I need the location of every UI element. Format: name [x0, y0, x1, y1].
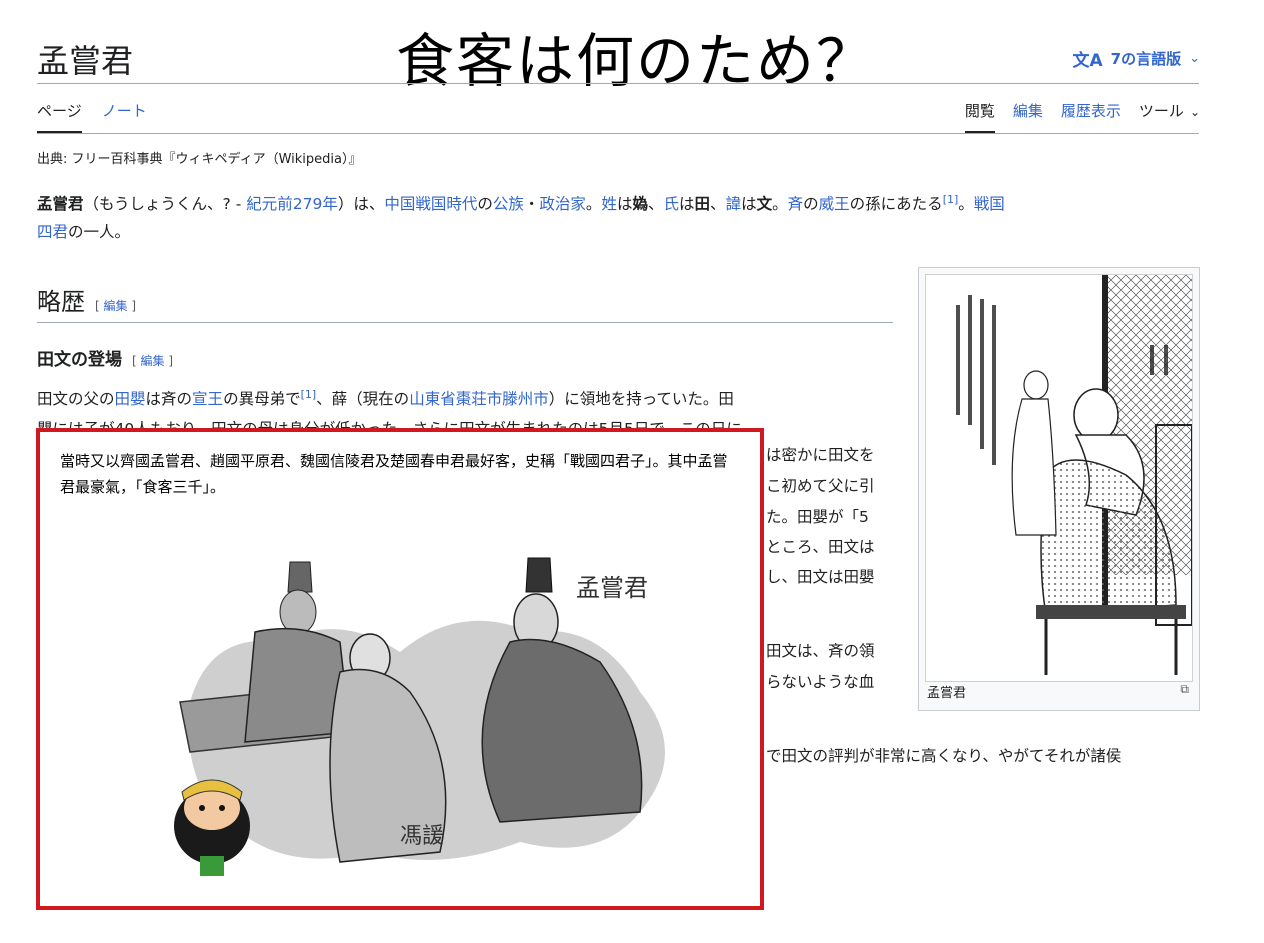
tabs-divider	[37, 133, 1199, 134]
link-clan[interactable]: 公族	[493, 195, 524, 213]
translate-icon: 文A	[1072, 51, 1103, 71]
link-xuan-wang[interactable]: 宣王	[192, 390, 223, 408]
highlight-overlay: 當時又以齊國孟嘗君、趙國平原君、魏國信陵君及楚國春申君最好客，史稱「戰國四君子」…	[36, 428, 764, 910]
lead-text: の	[803, 195, 819, 213]
lead-text: の一人。	[68, 223, 131, 241]
lead-bold: 媯	[632, 195, 648, 213]
tab-read[interactable]: 閲覧	[964, 100, 995, 133]
infobox: 孟嘗君 ⧉	[918, 267, 1200, 711]
link-imina[interactable]: 諱	[726, 195, 742, 213]
edit-label: 編集	[103, 299, 128, 313]
lead-text: 。	[772, 195, 788, 213]
link-politician[interactable]: 政治家	[539, 195, 586, 213]
link-era[interactable]: 中国戦国時代	[384, 195, 477, 213]
link-sei[interactable]: 姓	[601, 195, 617, 213]
chevron-down-icon: ⌄	[1189, 105, 1200, 119]
tab-talk[interactable]: ノート	[102, 100, 147, 133]
section-edit-link[interactable]: [ 編集 ]	[95, 299, 136, 313]
body-text: の異母弟で	[223, 390, 301, 408]
portrait-image[interactable]	[925, 274, 1193, 682]
body-text: は斉の	[145, 390, 193, 408]
lead-text: は	[616, 195, 633, 213]
lead-text: （もうしょうくん、? -	[83, 195, 247, 213]
body-fragment: は密かに田文を	[766, 446, 875, 464]
overlay-quote: 當時又以齊國孟嘗君、趙國平原君、魏國信陵君及楚國春申君最好客，史稱「戰國四君子」…	[60, 452, 728, 496]
tab-edit[interactable]: 編集	[1013, 100, 1043, 133]
lead-text: ）は、	[337, 195, 385, 213]
lead-bold: 文	[756, 195, 773, 213]
lead-bold: 田	[694, 195, 711, 213]
source-line: 出典: フリー百科事典『ウィキペディア（Wikipedia）』	[37, 152, 362, 167]
link-year[interactable]: 紀元前279年	[246, 195, 338, 213]
body-line: 田文の父の田嬰は斉の宣王の異母弟で[1]、薛（現在の山東省棗荘市滕州市）に領地を…	[37, 384, 893, 414]
lead-text: ・	[523, 195, 540, 213]
tab-page[interactable]: ページ	[37, 100, 82, 133]
body-fragment: し、田文は田嬰	[766, 568, 875, 586]
citation-ref[interactable]: [1]	[943, 193, 959, 206]
section-heading: 略歴 [ 編集 ]	[37, 282, 136, 317]
lead-text: は	[741, 195, 757, 213]
body-fragment: らないような血	[766, 673, 875, 691]
body-text: 、薛（現在の	[316, 390, 410, 408]
language-button[interactable]: 文A 7の言語版 ⌄	[1072, 46, 1200, 71]
section-divider	[37, 322, 893, 323]
language-label: 7の言語版	[1110, 50, 1182, 68]
lead-name: 孟嘗君	[37, 195, 84, 213]
tab-tools[interactable]: ツール ⌄	[1139, 100, 1200, 133]
label-mengchang: 孟嘗君	[576, 574, 648, 602]
body-fragment: た。田嬰が「5	[766, 508, 869, 526]
body-fragment: こ初めて父に引	[766, 477, 875, 495]
page-title: 孟嘗君	[37, 42, 134, 80]
link-qi[interactable]: 斉	[788, 195, 804, 213]
citation-ref[interactable]: [1]	[301, 388, 317, 401]
subsection-heading: 田文の登場 [ 編集 ]	[37, 345, 173, 370]
lead-text: 、	[710, 195, 726, 213]
subsection-edit-link[interactable]: [ 編集 ]	[132, 354, 173, 368]
tab-history[interactable]: 履歴表示	[1061, 100, 1121, 133]
link-tian-ying[interactable]: 田嬰	[115, 390, 146, 408]
title-divider	[37, 83, 1199, 84]
portrait-drawing	[956, 275, 1192, 675]
view-tabs: 閲覧 編集 履歴表示 ツール ⌄	[964, 100, 1200, 133]
namespace-tabs: ページ ノート	[37, 100, 147, 133]
body-fragment: で田文の評判が非常に高くなり、やがてそれが諸侯	[766, 747, 1122, 765]
link-king-wei[interactable]: 威王	[819, 195, 850, 213]
tools-label: ツール	[1138, 102, 1184, 120]
lead-paragraph: 孟嘗君（もうしょうくん、? - 紀元前279年）は、中国戦国時代の公族・政治家。…	[37, 190, 1202, 246]
body-fragment: 田文は、斉の領	[766, 642, 875, 660]
label-feng-xuan: 馮諼	[400, 824, 445, 849]
edit-label: 編集	[140, 354, 165, 368]
overlay-title: 食客は何のため？	[396, 27, 877, 95]
link-four-lords-b: 四君	[37, 223, 69, 241]
lead-text: 。	[958, 195, 974, 213]
body-text: 田文の父の	[37, 390, 115, 408]
link-tengzhou[interactable]: 山東省棗荘市滕州市	[409, 390, 549, 408]
section-heading-text: 略歴	[37, 288, 85, 316]
body-fragment: ところ、田文は	[766, 538, 875, 556]
link-four-lords-a: 戦国	[973, 195, 1005, 213]
chevron-down-icon: ⌄	[1189, 51, 1200, 66]
lead-text: の孫にあたる	[849, 195, 943, 213]
body-text: ）に領地を持っていた。田	[548, 390, 734, 408]
lead-text: 。	[585, 195, 602, 213]
lead-text: の	[477, 195, 493, 213]
infobox-caption: 孟嘗君	[927, 686, 967, 701]
lead-text: 、	[647, 195, 664, 213]
lead-text: は	[679, 195, 695, 213]
subsection-heading-text: 田文の登場	[37, 350, 122, 370]
link-shi[interactable]: 氏	[664, 195, 680, 213]
expand-icon[interactable]: ⧉	[1180, 682, 1189, 697]
